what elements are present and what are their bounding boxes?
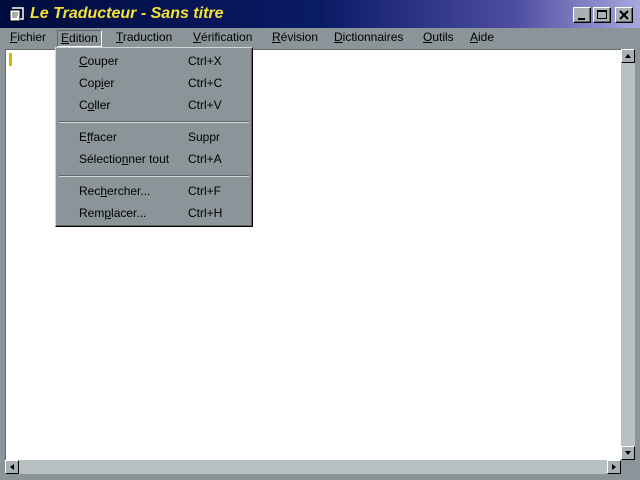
shortcut-label: Ctrl+V <box>188 98 222 112</box>
menu-separator <box>59 175 249 177</box>
arrow-right-icon <box>612 464 616 470</box>
shortcut-label: Ctrl+F <box>188 184 221 198</box>
arrow-left-icon <box>10 464 14 470</box>
vertical-scrollbar[interactable] <box>621 49 635 460</box>
arrow-down-icon <box>625 451 631 455</box>
menu-item-coller[interactable]: Coller Ctrl+V <box>56 95 252 115</box>
menu-item-effacer[interactable]: Effacer Suppr <box>56 127 252 147</box>
menu-revision[interactable]: Révision <box>272 30 318 47</box>
menu-item-remplacer[interactable]: Remplacer... Ctrl+H <box>56 203 252 223</box>
title-bar[interactable]: Le Traducteur - Sans titre <box>0 0 640 30</box>
menu-dictionnaires[interactable]: Dictionnaires <box>334 30 403 47</box>
shortcut-label: Ctrl+A <box>188 152 222 166</box>
menu-edition[interactable]: Edition <box>57 30 102 47</box>
size-grip[interactable] <box>621 460 635 474</box>
shortcut-label: Ctrl+X <box>188 54 222 68</box>
menu-verification[interactable]: Vérification <box>193 30 252 47</box>
maximize-icon <box>597 10 607 19</box>
shortcut-label: Ctrl+H <box>188 206 223 220</box>
scroll-right-button[interactable] <box>607 460 621 474</box>
menu-fichier[interactable]: Fichier <box>10 30 46 47</box>
menu-outils[interactable]: Outils <box>423 30 454 47</box>
close-button[interactable] <box>615 7 633 23</box>
scroll-left-button[interactable] <box>5 460 19 474</box>
minimize-button[interactable] <box>573 7 591 23</box>
arrow-up-icon <box>625 54 631 58</box>
menu-item-couper[interactable]: Couper Ctrl+X <box>56 51 252 71</box>
menu-bar: Fichier Edition Traduction Vérification … <box>0 28 640 48</box>
window-title: Le Traducteur - Sans titre <box>30 5 224 22</box>
menu-traduction[interactable]: Traduction <box>116 30 172 47</box>
menu-item-selectionner-tout[interactable]: Sélectionner tout Ctrl+A <box>56 149 252 169</box>
menu-item-copier[interactable]: Copier Ctrl+C <box>56 73 252 93</box>
edition-dropdown-menu: Couper Ctrl+X Copier Ctrl+C Coller Ctrl+… <box>55 47 253 227</box>
shortcut-label: Ctrl+C <box>188 76 223 90</box>
minimize-icon <box>578 18 585 20</box>
close-icon <box>619 10 629 20</box>
text-caret <box>9 53 12 66</box>
scroll-up-button[interactable] <box>621 49 635 63</box>
maximize-button[interactable] <box>593 7 611 23</box>
app-document-icon[interactable] <box>8 7 26 23</box>
menu-separator <box>59 121 249 123</box>
menu-item-rechercher[interactable]: Rechercher... Ctrl+F <box>56 181 252 201</box>
menu-aide[interactable]: Aide <box>470 30 494 47</box>
horizontal-scrollbar[interactable] <box>5 460 621 474</box>
scroll-down-button[interactable] <box>621 446 635 460</box>
shortcut-label: Suppr <box>188 130 221 144</box>
